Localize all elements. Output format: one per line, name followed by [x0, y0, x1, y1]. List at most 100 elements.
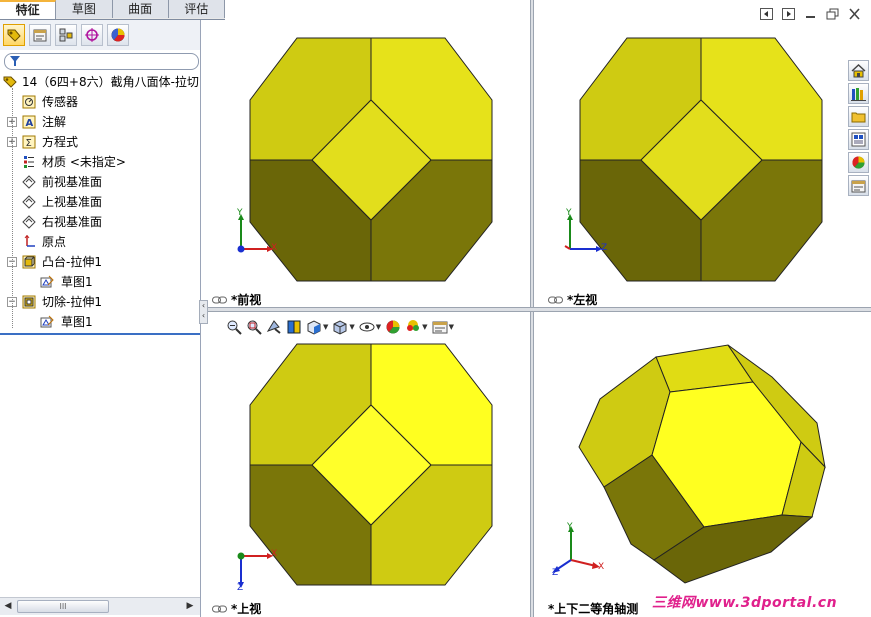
section-view-button[interactable] — [286, 319, 302, 335]
edit-appearance-icon — [386, 320, 400, 334]
zoom-to-area-button[interactable] — [246, 319, 262, 335]
axis-z-label: Z — [237, 583, 244, 593]
plane-icon — [22, 215, 36, 229]
display-style-icon — [333, 320, 347, 335]
svg-text:A: A — [26, 118, 34, 129]
front-view-model — [249, 37, 493, 282]
watermark-text: 三维网www.3dportal.cn — [652, 595, 838, 611]
configuration-manager-tab-icon[interactable] — [55, 24, 77, 46]
tree-item-label: 方程式 — [42, 135, 79, 149]
zoom-to-fit-button[interactable] — [226, 319, 242, 335]
task-pane-toolbar — [848, 60, 871, 198]
tree-item-label: 上视基准面 — [42, 195, 103, 209]
property-manager-tab-icon[interactable] — [29, 24, 51, 46]
hide-show-icon — [359, 322, 375, 332]
tree-item-label: 注解 — [42, 115, 67, 129]
cut-extrude-icon — [22, 295, 36, 309]
tab-sketch[interactable]: 草图 — [56, 0, 113, 18]
tab-surfaces[interactable]: 曲面 — [112, 0, 169, 18]
axis-y-label: Y — [237, 208, 243, 218]
task-pane-home-button[interactable] — [848, 60, 869, 81]
axis-x-label: X — [271, 549, 278, 559]
previous-view-icon[interactable] — [760, 8, 773, 20]
view-label-iso: *上下二等角轴测 — [548, 600, 638, 617]
display-manager-tab-icon[interactable] — [107, 24, 129, 46]
tab-features[interactable]: 特征 — [0, 0, 57, 19]
manager-icon-row — [0, 20, 200, 50]
tree-item-label: 草图1 — [61, 315, 93, 329]
task-pane-library-button[interactable] — [848, 83, 869, 104]
task-pane-explorer-button[interactable] — [848, 106, 869, 127]
restore-icon[interactable] — [826, 8, 839, 20]
sketch-icon — [40, 275, 54, 288]
display-style-button[interactable]: ▼ — [332, 319, 355, 335]
annotation-icon: A — [22, 115, 36, 129]
task-pane-custom-properties-button[interactable] — [848, 175, 869, 196]
tree-item-label: 右视基准面 — [42, 215, 103, 229]
viewport-left[interactable]: Y Z *左视 — [534, 0, 871, 307]
dimxpert-manager-tab-icon[interactable] — [81, 24, 103, 46]
link-view-icon — [212, 605, 227, 612]
view-name: *上视 — [231, 602, 262, 616]
equation-icon: Σ — [22, 135, 36, 149]
previous-view-button[interactable] — [266, 319, 282, 335]
view-name: *上下二等角轴测 — [548, 602, 639, 616]
axis-y-label: Y — [567, 522, 573, 532]
close-icon[interactable] — [848, 8, 861, 20]
link-view-icon — [212, 296, 227, 303]
home-icon — [851, 64, 866, 78]
tree-item-label: 材质 <未指定> — [42, 155, 126, 169]
axis-z-label: Z — [601, 243, 608, 253]
design-library-icon — [851, 88, 866, 101]
axis-z-label: Z — [552, 568, 559, 578]
tree-item-label: 凸台-拉伸1 — [42, 255, 102, 269]
view-settings-button[interactable]: ▼ — [432, 319, 454, 335]
tree-item-label: 传感器 — [42, 95, 79, 109]
heads-up-view-toolbar: ▼ ▼ ▼ ▼ ▼ — [226, 318, 458, 336]
view-label-front: *前视 — [212, 291, 261, 308]
filter-icon — [10, 56, 20, 66]
material-icon — [24, 156, 34, 168]
scroll-left-arrow-icon[interactable]: ◀ — [2, 600, 14, 612]
scroll-right-arrow-icon[interactable]: ▶ — [184, 600, 196, 612]
apply-scene-icon — [407, 320, 420, 331]
tab-evaluate[interactable]: 评估 — [168, 0, 225, 18]
link-view-icon — [548, 296, 563, 303]
tree-item-label: 原点 — [42, 235, 67, 249]
origin-icon — [24, 235, 35, 247]
previous-view-icon — [266, 320, 281, 334]
apply-scene-button[interactable]: ▼ — [405, 319, 428, 335]
sensor-icon — [22, 95, 36, 109]
axis-y-label: Y — [566, 208, 572, 218]
appearance-icon — [852, 156, 865, 169]
custom-properties-icon — [851, 180, 866, 193]
view-palette-icon — [851, 132, 866, 147]
viewport-top[interactable]: X Z *上视 — [207, 312, 530, 617]
part-name: 14（6四+8六）截角八面体-拉切 — [22, 75, 199, 89]
tree-filter-input[interactable] — [4, 53, 199, 70]
plane-icon — [22, 195, 36, 209]
axis-x-label: X — [271, 243, 278, 253]
view-name: *前视 — [231, 293, 262, 307]
hide-show-items-button[interactable]: ▼ — [359, 319, 381, 335]
view-orientation-button[interactable]: ▼ — [306, 319, 328, 335]
task-pane-view-palette-button[interactable] — [848, 129, 869, 150]
viewport-front[interactable]: Y X *前视 — [207, 0, 530, 307]
svg-text:Σ: Σ — [26, 138, 32, 149]
task-pane-appearance-button[interactable] — [848, 152, 869, 173]
tree-item-label: 草图1 — [61, 275, 93, 289]
viewport-isometric[interactable]: Y X Z *上下二等角轴测 — [534, 312, 871, 617]
tree-horizontal-scrollbar[interactable]: ◀ III ▶ — [0, 597, 200, 615]
left-view-model — [579, 37, 823, 282]
scroll-thumb[interactable]: III — [17, 600, 109, 613]
edit-appearance-button[interactable] — [385, 319, 401, 335]
feature-manager-tab-icon[interactable] — [3, 24, 25, 46]
panel-collapse-handle[interactable]: ‹ ‹ — [199, 300, 208, 324]
view-name: *左视 — [567, 293, 598, 307]
next-view-icon[interactable] — [782, 8, 795, 20]
section-view-icon — [287, 320, 301, 334]
zoom-to-area-icon — [247, 320, 262, 335]
tree-item-label: 切除-拉伸1 — [42, 295, 102, 309]
minimize-icon[interactable] — [804, 8, 817, 20]
panel-split-divider[interactable] — [0, 333, 200, 335]
